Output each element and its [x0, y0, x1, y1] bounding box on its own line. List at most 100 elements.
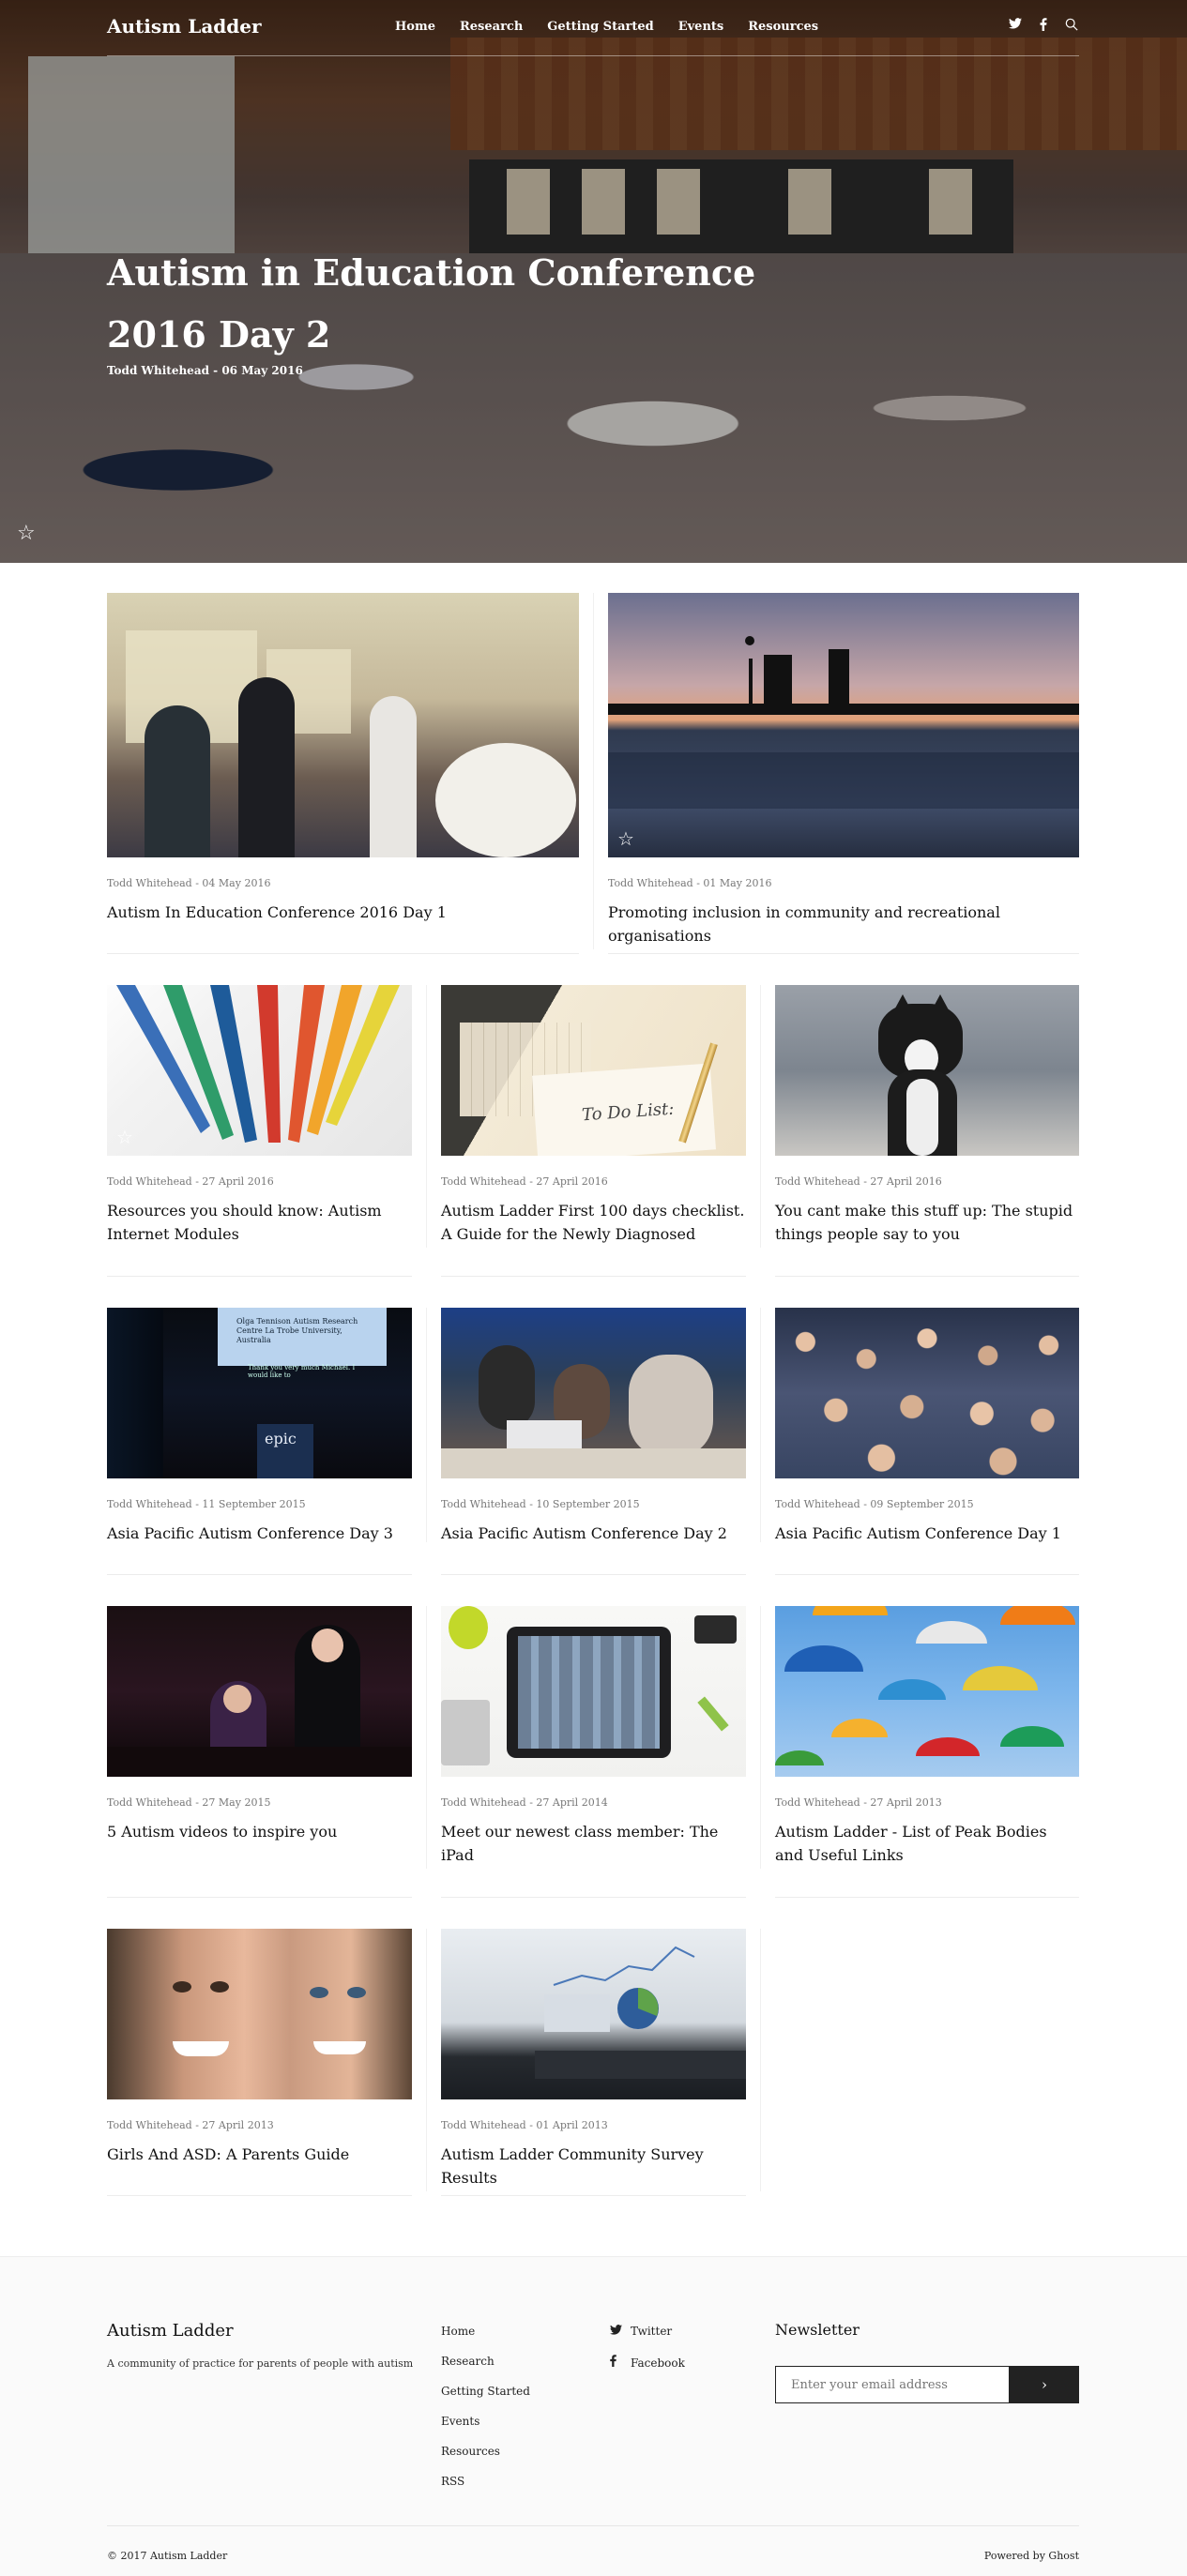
- post-card[interactable]: Todd Whitehead - 04 May 2016 Autism In E…: [107, 593, 579, 924]
- card-divider: [107, 953, 579, 954]
- post-meta: Todd Whitehead - 04 May 2016: [107, 877, 271, 889]
- column-divider: [426, 1606, 427, 1869]
- footer-link-resources[interactable]: Resources: [441, 2445, 530, 2475]
- column-divider: [593, 593, 594, 949]
- card-divider: [107, 2195, 412, 2196]
- footer-divider: [107, 2525, 1079, 2526]
- nav-resources[interactable]: Resources: [748, 20, 818, 34]
- post-thumbnail[interactable]: ☆: [608, 593, 1079, 857]
- post-title[interactable]: Asia Pacific Autism Conference Day 3: [107, 1522, 412, 1545]
- post-meta: Todd Whitehead - 01 May 2016: [608, 877, 772, 889]
- header-social: [1008, 18, 1079, 35]
- column-divider: [760, 1308, 761, 1542]
- post-card[interactable]: Todd Whitehead - 09 September 2015 Asia …: [775, 1308, 1079, 1545]
- hero-title[interactable]: Autism in Education Conference 2016 Day …: [107, 242, 820, 366]
- card-divider: [441, 2195, 746, 2196]
- facebook-icon[interactable]: [1036, 18, 1051, 35]
- post-thumbnail[interactable]: [107, 1929, 412, 2099]
- card-divider: [775, 1574, 1079, 1575]
- footer-powered-by[interactable]: Powered by Ghost: [984, 2550, 1079, 2562]
- post-title[interactable]: Meet our newest class member: The iPad: [441, 1820, 746, 1867]
- post-meta: Todd Whitehead - 11 September 2015: [107, 1498, 306, 1510]
- facebook-icon: [610, 2355, 631, 2371]
- main-nav: Autism Ladder Home Research Getting Star…: [107, 0, 1079, 56]
- post-title[interactable]: 5 Autism videos to inspire you: [107, 1820, 412, 1843]
- post-thumbnail[interactable]: Olga Tennison Autism Research Centre La …: [107, 1308, 412, 1478]
- post-meta: Todd Whitehead - 27 May 2015: [107, 1796, 271, 1809]
- post-card[interactable]: Todd Whitehead - 01 April 2013 Autism La…: [441, 1929, 746, 2190]
- footer-facebook-link[interactable]: Facebook: [610, 2355, 685, 2385]
- post-card[interactable]: Todd Whitehead - 27 May 2015 5 Autism vi…: [107, 1606, 412, 1843]
- site-logo[interactable]: Autism Ladder: [107, 15, 262, 38]
- footer-link-getting-started[interactable]: Getting Started: [441, 2385, 530, 2415]
- twitter-icon: [610, 2325, 631, 2339]
- post-meta: Todd Whitehead - 27 April 2013: [107, 2119, 274, 2131]
- footer-facebook-label: Facebook: [631, 2356, 685, 2370]
- post-card[interactable]: Todd Whitehead - 27 April 2013 Girls And…: [107, 1929, 412, 2166]
- post-meta: Todd Whitehead - 27 April 2016: [107, 1175, 274, 1188]
- post-meta: Todd Whitehead - 10 September 2015: [441, 1498, 640, 1510]
- newsletter-submit-button[interactable]: ›: [1010, 2366, 1079, 2403]
- footer-twitter-link[interactable]: Twitter: [610, 2325, 685, 2355]
- post-card[interactable]: Olga Tennison Autism Research Centre La …: [107, 1308, 412, 1545]
- featured-star-icon: ☆: [617, 827, 634, 850]
- post-title[interactable]: Asia Pacific Autism Conference Day 2: [441, 1522, 746, 1545]
- footer-link-rss[interactable]: RSS: [441, 2475, 530, 2505]
- post-card[interactable]: Todd Whitehead - 27 April 2016 You cant …: [775, 985, 1079, 1246]
- post-thumbnail[interactable]: [107, 1606, 412, 1777]
- post-thumbnail[interactable]: To Do List:: [441, 985, 746, 1156]
- card-divider: [441, 1574, 746, 1575]
- newsletter-title: Newsletter: [775, 2321, 860, 2339]
- post-title[interactable]: You cant make this stuff up: The stupid …: [775, 1199, 1079, 1246]
- footer-brand[interactable]: Autism Ladder: [107, 2321, 234, 2341]
- post-title[interactable]: Autism Ladder - List of Peak Bodies and …: [775, 1820, 1079, 1867]
- slide-caption: Thank you very much Michael. I would lik…: [248, 1364, 356, 1379]
- column-divider: [426, 1308, 427, 1542]
- post-title[interactable]: Girls And ASD: A Parents Guide: [107, 2143, 412, 2166]
- post-card[interactable]: ☆ Todd Whitehead - 01 May 2016 Promoting…: [608, 593, 1079, 947]
- column-divider: [760, 985, 761, 1248]
- nav-getting-started[interactable]: Getting Started: [547, 20, 653, 34]
- post-card[interactable]: Todd Whitehead - 27 April 2014 Meet our …: [441, 1606, 746, 1867]
- post-title[interactable]: Resources you should know: Autism Intern…: [107, 1199, 412, 1246]
- post-card[interactable]: Todd Whitehead - 27 April 2013 Autism La…: [775, 1606, 1079, 1867]
- hero-banner[interactable]: Autism Ladder Home Research Getting Star…: [0, 0, 1187, 563]
- footer-link-events[interactable]: Events: [441, 2415, 530, 2445]
- post-thumbnail[interactable]: [441, 1606, 746, 1777]
- post-thumbnail[interactable]: [441, 1929, 746, 2099]
- post-card[interactable]: ☆ Todd Whitehead - 27 April 2016 Resourc…: [107, 985, 412, 1246]
- featured-star-icon: ☆: [17, 522, 36, 545]
- nav-menu: Home Research Getting Started Events Res…: [395, 20, 843, 34]
- post-card[interactable]: To Do List: Todd Whitehead - 27 April 20…: [441, 985, 746, 1246]
- nav-home[interactable]: Home: [395, 20, 435, 34]
- column-divider: [760, 1929, 761, 2191]
- post-title[interactable]: Autism Ladder First 100 days checklist. …: [441, 1199, 746, 1246]
- column-divider: [760, 1606, 761, 1869]
- card-divider: [608, 953, 1079, 954]
- post-meta: Todd Whitehead - 27 April 2014: [441, 1796, 608, 1809]
- post-title[interactable]: Autism Ladder Community Survey Results: [441, 2143, 746, 2190]
- twitter-icon[interactable]: [1008, 18, 1023, 35]
- footer-link-research[interactable]: Research: [441, 2355, 530, 2385]
- featured-star-icon: ☆: [116, 1126, 133, 1148]
- post-thumbnail[interactable]: [441, 1308, 746, 1478]
- post-meta: Todd Whitehead - 27 April 2013: [775, 1796, 942, 1809]
- card-divider: [107, 1574, 412, 1575]
- card-divider: [441, 1276, 746, 1277]
- post-title[interactable]: Promoting inclusion in community and rec…: [608, 901, 1079, 947]
- post-thumbnail[interactable]: [775, 985, 1079, 1156]
- search-icon[interactable]: [1064, 18, 1079, 35]
- nav-events[interactable]: Events: [678, 20, 724, 34]
- post-thumbnail[interactable]: [775, 1308, 1079, 1478]
- card-divider: [107, 1897, 412, 1898]
- post-thumbnail[interactable]: [775, 1606, 1079, 1777]
- footer-link-home[interactable]: Home: [441, 2325, 530, 2355]
- post-thumbnail[interactable]: ☆: [107, 985, 412, 1156]
- post-title[interactable]: Asia Pacific Autism Conference Day 1: [775, 1522, 1079, 1545]
- post-card[interactable]: Todd Whitehead - 10 September 2015 Asia …: [441, 1308, 746, 1545]
- post-thumbnail[interactable]: [107, 593, 579, 857]
- footer-twitter-label: Twitter: [631, 2325, 673, 2338]
- nav-research[interactable]: Research: [460, 20, 523, 34]
- newsletter-email-input[interactable]: [775, 2366, 1010, 2403]
- post-title[interactable]: Autism In Education Conference 2016 Day …: [107, 901, 579, 924]
